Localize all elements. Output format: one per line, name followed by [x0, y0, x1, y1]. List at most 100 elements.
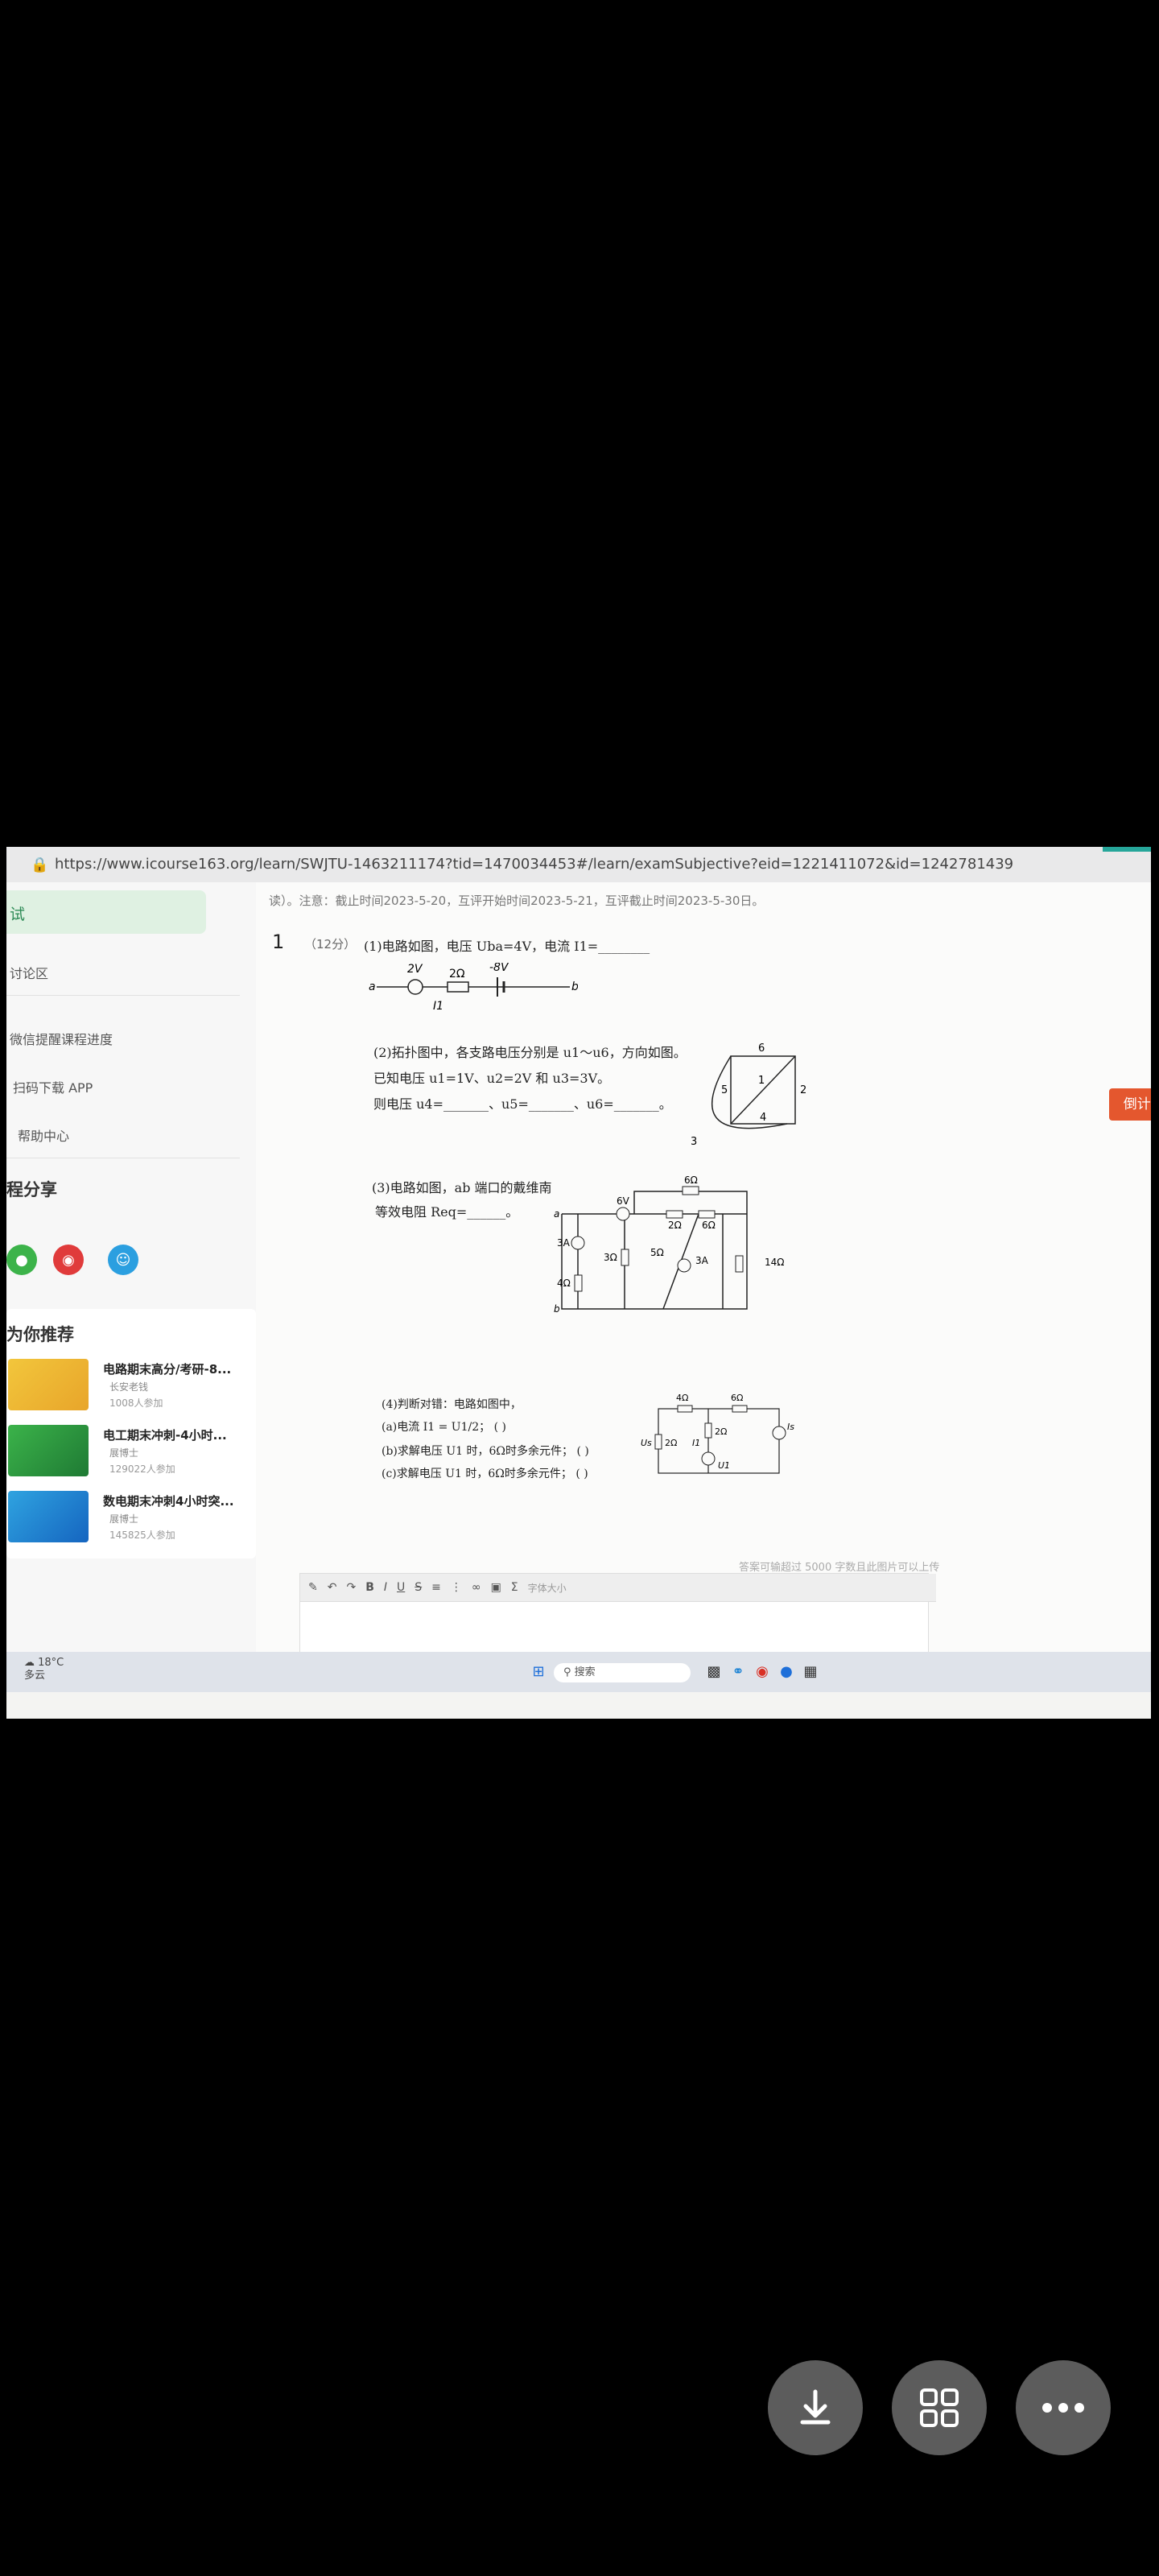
node-b-label: b — [571, 980, 578, 993]
course-thumbnail — [8, 1359, 89, 1410]
weather-widget[interactable]: ☁ 18°C 多云 — [24, 1657, 64, 1682]
weibo-share-icon[interactable]: ◉ — [53, 1245, 84, 1275]
course-title: 数电期末冲刺4小时突... — [103, 1494, 234, 1509]
redo-icon[interactable]: ↷ — [346, 1581, 356, 1594]
element-label: Is — [787, 1422, 794, 1432]
image-icon[interactable]: ▣ — [491, 1581, 501, 1594]
q2-line3: 则电压 u4=_______、u5=_______、u6=_______。 — [373, 1096, 672, 1112]
element-label: U1 — [718, 1460, 730, 1471]
resistor-label: 2Ω — [449, 968, 465, 980]
course-title: 电工期末冲刺-4小时... — [103, 1428, 227, 1443]
sidebar-item-wechat[interactable]: 微信提醒课程进度 — [10, 1029, 113, 1048]
sidebar-item-label: 试 — [10, 906, 26, 923]
element-label: 5Ω — [650, 1247, 664, 1258]
exam-main: 读）。注意：截止时间2023-5-20，互评开始时间2023-5-21，互评截止… — [256, 882, 1151, 1657]
sidebar-item-help[interactable]: 帮助中心 — [18, 1125, 69, 1145]
recommend-heading: 为你推荐 — [6, 1325, 74, 1344]
sidebar-item-forum[interactable]: 讨论区 — [10, 963, 48, 982]
windows-start-icon[interactable]: ⊞ — [528, 1662, 549, 1682]
ordered-list-icon[interactable]: ≡ — [431, 1581, 441, 1594]
wechat-share-icon[interactable]: ● — [6, 1245, 37, 1275]
divider — [6, 995, 240, 996]
question-score: （12分） — [304, 937, 357, 952]
course-title: 电路期末高分/考研-8... — [103, 1362, 232, 1377]
recommend-panel: 为你推荐 电路期末高分/考研-8... 长安老钱 1008人参加 电工期末冲刺-… — [6, 1309, 256, 1558]
q3-line1: (3)电路如图，ab 端口的戴维南 — [372, 1180, 552, 1195]
sidebar-item-app[interactable]: 扫码下载 APP — [13, 1077, 93, 1096]
download-icon — [800, 2389, 831, 2425]
branch-label: 4 — [760, 1112, 766, 1124]
photographed-screen: 🔒 https://www.icourse163.org/learn/SWJTU… — [6, 847, 1151, 1719]
weather-desc: 多云 — [24, 1670, 46, 1682]
course-source: 展博士 — [109, 1447, 139, 1459]
element-label: 6Ω — [684, 1175, 698, 1186]
browser-address-bar[interactable]: 🔒 https://www.icourse163.org/learn/SWJTU… — [6, 847, 1151, 883]
element-label: 3A — [557, 1237, 571, 1249]
node-a-label: a — [369, 980, 376, 993]
recommend-card[interactable]: 数电期末冲刺4小时突... 展博士 145825人参加 — [8, 1488, 250, 1546]
course-thumbnail — [8, 1425, 89, 1476]
question-number: 1 — [272, 931, 285, 953]
exam-notice: 读）。注意：截止时间2023-5-20，互评开始时间2023-5-21，互评截止… — [269, 894, 765, 908]
search-placeholder: 搜索 — [574, 1666, 596, 1678]
app-icon[interactable]: ▦ — [800, 1662, 821, 1682]
search-icon: ⚲ — [563, 1666, 571, 1678]
qq-share-icon[interactable]: ☺ — [108, 1245, 138, 1275]
format-paint-icon[interactable]: ✎ — [308, 1581, 318, 1594]
branch-label: 6 — [758, 1042, 765, 1055]
branch-label: 2 — [800, 1084, 806, 1096]
sidebar: 试 讨论区 微信提醒课程进度 扫码下载 APP 帮助中心 程分享 ● ◉ ☺ 为… — [6, 882, 256, 1655]
course-count: 1008人参加 — [109, 1397, 163, 1409]
course-source: 展博士 — [109, 1513, 139, 1525]
app-icon[interactable]: ◉ — [752, 1662, 773, 1682]
node-b-label: b — [554, 1303, 560, 1315]
grid-button[interactable] — [892, 2360, 987, 2455]
edge-browser-icon[interactable]: ⚭ — [728, 1662, 749, 1682]
element-label: 4Ω — [557, 1278, 571, 1289]
recommend-card[interactable]: 电路期末高分/考研-8... 长安老钱 1008人参加 — [8, 1356, 250, 1414]
more-button[interactable] — [1016, 2360, 1111, 2455]
cloud-icon: ☁ — [24, 1657, 35, 1669]
bold-icon[interactable]: B — [365, 1581, 374, 1594]
q4-c: (c)求解电压 U1 时，6Ω时多余元件； ( ) — [382, 1468, 588, 1480]
underline-icon[interactable]: U — [397, 1581, 405, 1594]
weather-temp: 18°C — [38, 1657, 64, 1669]
branch-label: 1 — [758, 1075, 765, 1087]
element-label: 14Ω — [765, 1257, 784, 1268]
app-icon[interactable]: ● — [776, 1662, 797, 1682]
battery-label: -8V — [489, 963, 509, 974]
branch-label: 5 — [721, 1084, 728, 1096]
more-icon — [1042, 2403, 1084, 2413]
taskbar-search[interactable]: ⚲ 搜索 — [554, 1663, 691, 1682]
q4-b: (b)求解电压 U1 时，6Ω时多余元件； ( ) — [382, 1445, 589, 1458]
url-text[interactable]: https://www.icourse163.org/learn/SWJTU-1… — [55, 856, 1013, 873]
link-icon[interactable]: ∞ — [472, 1581, 481, 1594]
task-view-icon[interactable]: ▩ — [703, 1662, 724, 1682]
element-label: Us — [641, 1438, 652, 1448]
recommend-card[interactable]: 电工期末冲刺-4小时... 展博士 129022人参加 — [8, 1422, 250, 1480]
q3-line2: 等效电阻 Req=______。 — [375, 1204, 519, 1220]
element-label: 6Ω — [731, 1393, 743, 1403]
element-label: I1 — [692, 1438, 700, 1448]
download-button[interactable] — [768, 2360, 863, 2455]
italic-icon[interactable]: I — [384, 1581, 387, 1594]
q2-line1: (2)拓扑图中，各支路电压分别是 u1～u6，方向如图。 — [373, 1045, 687, 1060]
font-size-select[interactable]: 字体大小 — [528, 1581, 567, 1595]
element-label: 3A — [695, 1255, 709, 1266]
countdown-timer: 倒计时: 02:57:08 — [1109, 1088, 1151, 1121]
grid-icon — [920, 2388, 959, 2427]
undo-icon[interactable]: ↶ — [328, 1581, 337, 1594]
circuit-1-diagram: a b 2V 2Ω -8V I1 — [369, 963, 578, 1013]
answer-editor[interactable]: ✎ ↶ ↷ B I U S ≡ ⋮ ∞ ▣ Σ 字体大小 — [299, 1573, 936, 1657]
circuit-4-diagram: 4Ω 6Ω 2Ω 2Ω I1 U1 Us Is — [641, 1393, 794, 1474]
sidebar-item-exam[interactable]: 试 — [6, 890, 206, 934]
course-source: 长安老钱 — [109, 1381, 149, 1393]
branch-label: 3 — [691, 1136, 697, 1148]
topology-graph: 6 1 5 2 4 3 — [691, 1042, 806, 1148]
element-label: 2Ω — [668, 1220, 682, 1231]
q4-line1: (4)判断对错：电路如图中， — [382, 1398, 522, 1411]
unordered-list-icon[interactable]: ⋮ — [451, 1581, 462, 1594]
accent-strip — [1103, 847, 1151, 852]
formula-icon[interactable]: Σ — [511, 1581, 518, 1594]
strikethrough-icon[interactable]: S — [415, 1581, 422, 1594]
